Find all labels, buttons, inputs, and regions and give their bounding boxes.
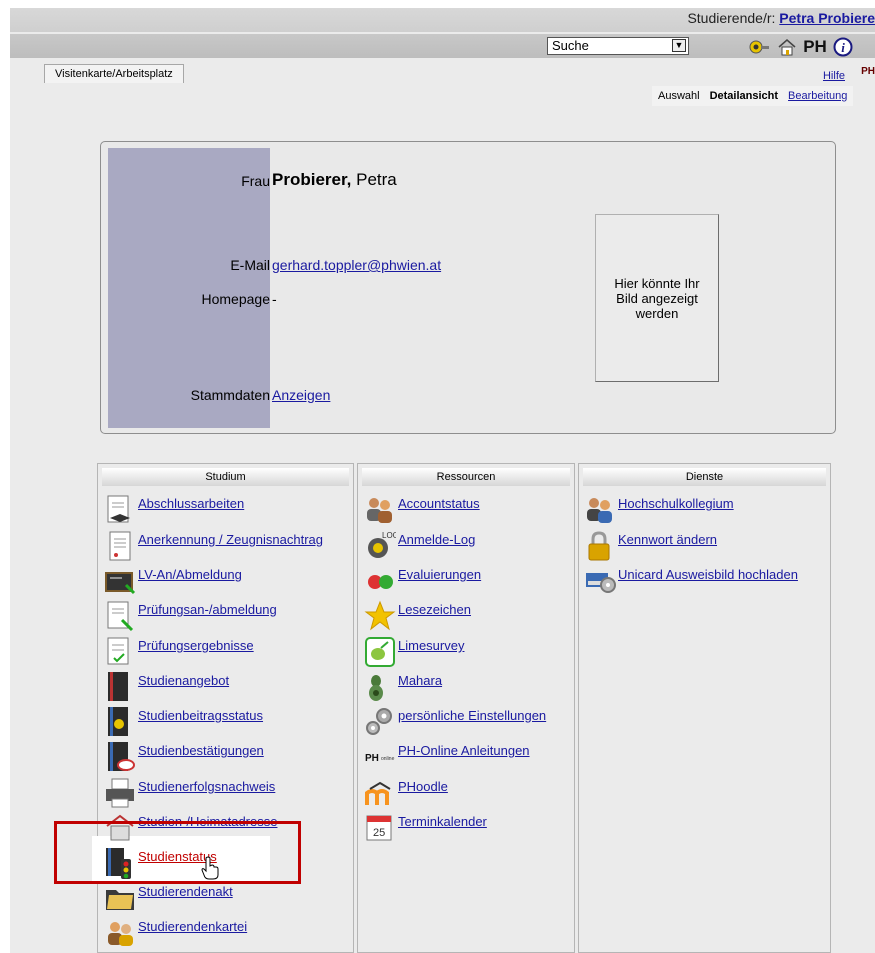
list-item-ph-online-anleitungen[interactable]: PH online PH-Online Anleitungen	[364, 741, 530, 773]
column-ressourcen-title: Ressourcen	[362, 468, 570, 486]
users-icon	[364, 494, 398, 526]
list-item-phoodle[interactable]: PHoodle	[364, 777, 448, 809]
photo-placeholder-text: Hier könnte Ihr Bild angezeigt werden	[614, 275, 700, 321]
search-bar	[10, 34, 875, 58]
list-item-studienangebot[interactable]: Studienangebot	[104, 671, 229, 703]
salutation-label: Frau	[241, 173, 270, 189]
thesis-icon	[104, 494, 138, 526]
view-detailansicht: Detailansicht	[709, 90, 779, 102]
svg-text:i: i	[841, 40, 845, 55]
svg-text:PH: PH	[365, 753, 379, 764]
mahara-icon	[364, 671, 398, 703]
list-item-studienbeitragsstatus[interactable]: Studienbeitragsstatus	[104, 706, 263, 738]
document-icon	[104, 530, 138, 562]
printer-icon	[104, 777, 138, 809]
view-switcher: Auswahl Detailansicht Bearbeitung	[652, 86, 854, 106]
search-select-value: Suche	[552, 38, 589, 53]
photo-placeholder: Hier könnte Ihr Bild angezeigt werden	[595, 214, 719, 382]
list-item-unicard-ausweisbild[interactable]: Unicard Ausweisbild hochladen	[584, 565, 798, 597]
ph-online-icon: PH online	[364, 741, 398, 773]
view-bearbeitung[interactable]: Bearbeitung	[788, 90, 847, 102]
person-name: Probierer, Petra	[272, 170, 397, 190]
calendar-day: 25	[373, 827, 385, 839]
book-coin-icon	[104, 706, 138, 738]
people-icon	[104, 917, 138, 949]
list-item-lv-anmeldung[interactable]: LV-An/Abmeldung	[104, 565, 242, 597]
tab-row: Visitenkarte/Arbeitsplatz Hilfe PH	[10, 62, 875, 83]
email-link[interactable]: gerhard.toppler@phwien.at	[272, 257, 441, 273]
list-item-studienbestaetigungen[interactable]: Studienbestätigungen	[104, 741, 264, 773]
help-link[interactable]: Hilfe	[823, 70, 845, 82]
email-label: E-Mail	[230, 257, 270, 273]
list-item-studierendenakt[interactable]: Studierendenakt	[104, 882, 233, 914]
list-item-kennwort-aendern[interactable]: Kennwort ändern	[584, 530, 717, 562]
list-item-studierendenkartei[interactable]: Studierendenkartei	[104, 917, 247, 949]
column-dienste-title: Dienste	[583, 468, 826, 486]
gear-icon	[364, 706, 398, 738]
list-item-persoenliche-einstellungen[interactable]: persönliche Einstellungen	[364, 706, 546, 738]
book-icon	[104, 671, 138, 703]
svg-text:online: online	[381, 756, 395, 762]
user-name-link[interactable]: Petra Probiere	[779, 10, 875, 26]
calendar-icon: 25	[364, 812, 398, 844]
blackboard-icon	[104, 565, 138, 597]
group-icon	[584, 494, 618, 526]
log-icon: LOG	[364, 530, 399, 562]
ph-online-small-logo: PH	[861, 66, 875, 77]
user-prefix: Studierende/r:	[687, 10, 776, 26]
list-item-abschlussarbeiten[interactable]: Abschlussarbeiten	[104, 494, 244, 526]
homepage-value: -	[272, 291, 277, 307]
list-item-accountstatus[interactable]: Accountstatus	[364, 494, 480, 526]
moodle-icon	[364, 777, 398, 809]
key-icon[interactable]	[748, 37, 770, 57]
column-studium-title: Studium	[102, 468, 349, 486]
svg-text:LOG: LOG	[382, 531, 396, 540]
info-icon[interactable]: i	[832, 37, 854, 57]
list-item-lesezeichen[interactable]: Lesezeichen	[364, 600, 471, 632]
ph-logo-icon[interactable]: PH	[803, 37, 827, 57]
search-select[interactable]: Suche ▼	[547, 37, 689, 55]
list-item-terminkalender[interactable]: 25 Terminkalender	[364, 812, 487, 844]
star-icon	[364, 600, 398, 632]
folder-icon	[104, 882, 138, 914]
book-stamp-icon	[104, 741, 138, 773]
list-item-pruefungsanmeldung[interactable]: Prüfungsan-/abmeldung	[104, 600, 277, 632]
list-item-anmelde-log[interactable]: LOG Anmelde-Log	[364, 530, 475, 562]
stammdaten-label: Stammdaten	[190, 387, 270, 403]
homepage-label: Homepage	[201, 291, 271, 307]
stammdaten-link[interactable]: Anzeigen	[272, 387, 330, 403]
lime-icon	[364, 636, 398, 668]
smiley-icon	[364, 565, 398, 597]
list-item-limesurvey[interactable]: Limesurvey	[364, 636, 464, 668]
top-icon-bar: PH i	[748, 36, 854, 58]
user-line: Studierende/r: Petra Probiere	[687, 10, 875, 26]
person-lastname: Probierer,	[272, 170, 352, 189]
chevron-down-icon[interactable]: ▼	[672, 39, 686, 52]
list-item-studienerfolgsnachweis[interactable]: Studienerfolgsnachweis	[104, 777, 275, 809]
selection-highlight-box	[54, 821, 301, 884]
person-firstname: Petra	[356, 170, 397, 189]
card-label-column	[108, 148, 270, 428]
tab-visitenkarte[interactable]: Visitenkarte/Arbeitsplatz	[44, 64, 184, 83]
list-item-hochschulkollegium[interactable]: Hochschulkollegium	[584, 494, 734, 526]
hand-cursor-icon	[200, 856, 220, 886]
card-reader-icon	[584, 565, 618, 597]
list-item-evaluierungen[interactable]: Evaluierungen	[364, 565, 481, 597]
view-auswahl[interactable]: Auswahl	[658, 90, 700, 102]
list-item-anerkennung[interactable]: Anerkennung / Zeugnisnachtrag	[104, 530, 323, 562]
list-item-mahara[interactable]: Mahara	[364, 671, 442, 703]
list-item-pruefungsergebnisse[interactable]: Prüfungsergebnisse	[104, 636, 254, 668]
home-icon[interactable]	[776, 37, 798, 57]
padlock-icon	[584, 530, 618, 562]
exam-register-icon	[104, 600, 138, 632]
exam-results-icon	[104, 636, 138, 668]
